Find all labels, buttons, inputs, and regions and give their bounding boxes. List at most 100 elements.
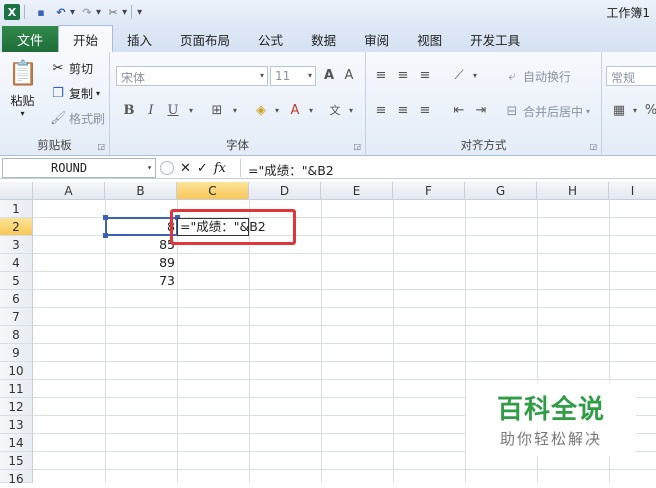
tab-developer[interactable]: 开发工具 (456, 26, 534, 52)
insert-function-icon[interactable]: fx (214, 161, 226, 176)
column-header-c[interactable]: C (177, 182, 249, 200)
paste-dropdown-icon[interactable]: ▾ (20, 109, 24, 118)
row-header[interactable]: 15 (0, 452, 33, 470)
row-header[interactable]: 7 (0, 308, 33, 326)
row-header[interactable]: 6 (0, 290, 33, 308)
align-center-icon[interactable]: ≡ (394, 102, 412, 120)
copy-dropdown-icon[interactable]: ▾ (96, 89, 100, 98)
number-format-combo[interactable]: 常规 (606, 66, 656, 86)
expand-icon[interactable] (160, 161, 174, 175)
cell-b4[interactable]: 89 (105, 254, 177, 272)
redo-dropdown-icon[interactable]: ▾ (96, 7, 101, 18)
row-header[interactable]: 2 (0, 218, 33, 236)
redo-icon[interactable]: ↷ (79, 4, 95, 20)
undo-icon[interactable]: ↶ (53, 4, 69, 20)
tab-file[interactable]: 文件 (2, 26, 58, 52)
column-header-i[interactable]: I (609, 182, 656, 200)
row-header[interactable]: 4 (0, 254, 33, 272)
tools-icon[interactable]: ✂ (105, 4, 121, 20)
orientation-dropdown-icon[interactable]: ▾ (466, 67, 484, 85)
row-header[interactable]: 10 (0, 362, 33, 380)
cell-b5[interactable]: 73 (105, 272, 177, 290)
font-group-label: 字体 (226, 138, 249, 152)
row-header[interactable]: 1 (0, 200, 33, 218)
font-name-value: 宋体 (121, 71, 146, 85)
row-header[interactable]: 14 (0, 434, 33, 452)
merge-center-button[interactable]: ⊟ 合并后居中 ▾ (504, 103, 590, 120)
column-header-b[interactable]: B (105, 182, 177, 200)
percent-icon[interactable]: % (642, 102, 656, 120)
tab-data[interactable]: 数据 (297, 26, 350, 52)
undo-dropdown-icon[interactable]: ▾ (70, 7, 75, 18)
italic-button[interactable]: I (142, 102, 160, 120)
formula-input[interactable]: ="成绩："&B2 (248, 160, 334, 179)
chevron-down-icon[interactable]: ▾ (147, 163, 152, 172)
underline-dropdown-icon[interactable]: ▾ (182, 102, 200, 120)
align-left-icon[interactable]: ≡ (372, 102, 390, 120)
column-header-g[interactable]: G (465, 182, 537, 200)
tab-page-layout[interactable]: 页面布局 (166, 26, 244, 52)
watermark-logo: 百科全说 助你轻松解决 (466, 382, 636, 456)
tab-view[interactable]: 视图 (403, 26, 456, 52)
column-header-d[interactable]: D (249, 182, 321, 200)
row-header[interactable]: 9 (0, 344, 33, 362)
align-middle-icon[interactable]: ≡ (394, 67, 412, 85)
borders-icon[interactable]: ⊞ (208, 102, 226, 120)
column-header-f[interactable]: F (393, 182, 465, 200)
resize-handle[interactable] (103, 215, 108, 220)
paste-button[interactable]: 📋 粘贴 ▾ (8, 58, 38, 118)
column-header-h[interactable]: H (537, 182, 609, 200)
tab-home[interactable]: 开始 (58, 25, 114, 52)
bold-button[interactable]: B (120, 102, 138, 120)
font-size-combo[interactable]: 11 ▾ (270, 66, 316, 86)
gridline (33, 343, 656, 344)
dialog-launcher-icon[interactable]: ◲ (97, 142, 105, 151)
shrink-font-icon[interactable]: A (340, 67, 358, 85)
save-icon[interactable]: ▪ (33, 4, 49, 20)
decrease-indent-icon[interactable]: ⇤ (450, 102, 468, 120)
gridline (321, 200, 322, 483)
borders-dropdown-icon[interactable]: ▾ (226, 102, 244, 120)
align-top-icon[interactable]: ≡ (372, 67, 390, 85)
select-all-button[interactable] (0, 182, 33, 200)
row-header[interactable]: 3 (0, 236, 33, 254)
row-header[interactable]: 12 (0, 398, 33, 416)
dialog-launcher-icon[interactable]: ◲ (589, 142, 597, 151)
grow-font-icon[interactable]: A (320, 67, 338, 85)
phonetic-dropdown-icon[interactable]: ▾ (342, 102, 360, 120)
tab-insert[interactable]: 插入 (113, 26, 166, 52)
increase-indent-icon[interactable]: ⇥ (472, 102, 490, 120)
row-header[interactable]: 13 (0, 416, 33, 434)
underline-button[interactable]: U (164, 102, 182, 120)
clipboard-group: 📋 粘贴 ▾ ✂ 剪切 ❐ 复制 ▾ 🖌 格式刷 剪贴板 ◲ (0, 52, 110, 156)
row-header[interactable]: 16 (0, 470, 33, 486)
font-name-combo[interactable]: 宋体 ▾ (116, 66, 268, 86)
copy-button[interactable]: ❐ 复制 ▾ (50, 85, 100, 102)
tab-review[interactable]: 审阅 (350, 26, 403, 52)
tools-dropdown-icon[interactable]: ▾ (122, 7, 127, 18)
format-painter-button[interactable]: 🖌 格式刷 (50, 110, 105, 127)
cut-label: 剪切 (69, 62, 94, 76)
gridline (33, 379, 656, 380)
row-header[interactable]: 8 (0, 326, 33, 344)
column-header-e[interactable]: E (321, 182, 393, 200)
row-header[interactable]: 11 (0, 380, 33, 398)
merge-dropdown-icon[interactable]: ▾ (586, 107, 590, 116)
align-bottom-icon[interactable]: ≡ (416, 67, 434, 85)
cancel-icon[interactable]: ✕ (180, 161, 191, 176)
tab-formulas[interactable]: 公式 (244, 26, 297, 52)
customize-toolbar-icon[interactable]: ▾ (137, 7, 142, 18)
wrap-text-button[interactable]: ⤶ 自动换行 (504, 68, 571, 85)
align-right-icon[interactable]: ≡ (416, 102, 434, 120)
font-color-dropdown-icon[interactable]: ▾ (302, 102, 320, 120)
dialog-launcher-icon[interactable]: ◲ (353, 142, 361, 151)
cell-b3[interactable]: 85 (105, 236, 177, 254)
cut-button[interactable]: ✂ 剪切 (50, 60, 93, 77)
name-box[interactable]: ROUND ▾ (2, 158, 156, 178)
row-header[interactable]: 5 (0, 272, 33, 290)
enter-icon[interactable]: ✓ (197, 161, 208, 176)
resize-handle[interactable] (103, 233, 108, 238)
column-header-a[interactable]: A (33, 182, 105, 200)
fill-dropdown-icon[interactable]: ▾ (268, 102, 286, 120)
watermark-subtitle: 助你轻松解决 (499, 430, 602, 448)
